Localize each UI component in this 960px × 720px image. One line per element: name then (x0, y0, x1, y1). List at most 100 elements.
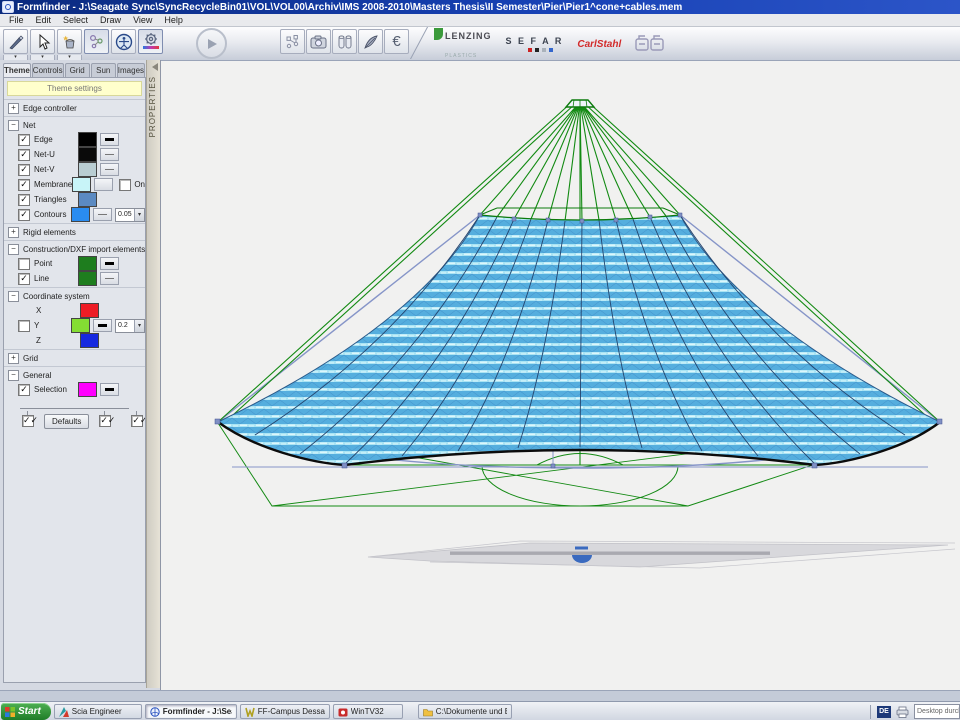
collapse-coordinate-system[interactable] (8, 291, 19, 302)
menu-help[interactable]: Help (158, 15, 189, 25)
lenzing-logo-icon (434, 28, 443, 40)
collapse-net[interactable] (8, 120, 19, 131)
selection-style-button[interactable] (100, 383, 119, 396)
defaults-checkbox-3[interactable]: ✓ (131, 415, 143, 427)
task-wintv32[interactable]: WinTV32 (333, 704, 403, 719)
collapse-general[interactable] (8, 370, 19, 381)
task-explorer-folder[interactable]: C:\Dokumente und Einst... (418, 704, 512, 719)
point-style-button[interactable] (100, 257, 119, 270)
net-v-linestyle-button[interactable] (100, 163, 119, 176)
net-u-color-swatch[interactable] (78, 147, 97, 162)
point-color-swatch[interactable] (78, 256, 97, 271)
draw-pencil-button[interactable] (3, 29, 28, 54)
defaults-checkbox-2[interactable]: ✓ (99, 415, 111, 427)
tab-grid[interactable]: Grid (65, 63, 90, 77)
axis-z-label: Z (36, 336, 80, 345)
line-color-swatch[interactable] (78, 271, 97, 286)
language-indicator[interactable]: DE (877, 706, 891, 718)
cone-membrane-model (161, 61, 960, 691)
tab-images[interactable]: Images (117, 63, 145, 77)
nodes-button[interactable] (280, 29, 305, 54)
material-rolls-button[interactable] (332, 29, 357, 54)
triangles-checkbox[interactable] (18, 194, 30, 206)
net-v-checkbox[interactable] (18, 164, 30, 176)
formfinder-app-window: Formfinder - J:\Seagate Sync\SyncRecycle… (0, 0, 960, 720)
menu-view[interactable]: View (127, 15, 158, 25)
partner-logos: LENZING PLASTICS S E F A R CarlStahl (434, 30, 665, 58)
tab-sun[interactable]: Sun (91, 63, 116, 77)
chevron-down-icon[interactable]: ▾ (134, 320, 144, 332)
expand-rigid-elements[interactable] (8, 227, 19, 238)
folder-icon (423, 707, 433, 717)
tab-controls[interactable]: Controls (32, 63, 64, 77)
gear-icon (142, 32, 160, 51)
expand-grid[interactable] (8, 353, 19, 364)
fill-bucket-button[interactable] (57, 29, 82, 54)
chevron-down-icon[interactable]: ▾ (134, 209, 144, 221)
contours-spacing-dropdown[interactable]: 0.05▾ (115, 208, 145, 222)
line-checkbox[interactable] (18, 273, 30, 285)
desktop-search-input[interactable]: Desktop durchs (914, 704, 960, 719)
net-u-linestyle-button[interactable] (100, 148, 119, 161)
mannequin-button[interactable] (111, 29, 136, 54)
system-tray: DE Desktop durchs (870, 704, 960, 719)
title-bar[interactable]: Formfinder - J:\Seagate Sync\SyncRecycle… (0, 0, 960, 14)
menu-select[interactable]: Select (57, 15, 94, 25)
axis-x-color-swatch[interactable] (80, 303, 99, 318)
row-net-u: Net-U (4, 147, 145, 162)
edge-linestyle-button[interactable] (100, 133, 119, 146)
menu-draw[interactable]: Draw (94, 15, 127, 25)
feather-pen-button[interactable] (358, 29, 383, 54)
play-button[interactable] (196, 28, 227, 59)
selection-checkbox[interactable] (18, 384, 30, 396)
membrane-on-checkbox[interactable] (119, 179, 131, 191)
defaults-button[interactable]: Defaults (44, 414, 89, 429)
task-ff-campus[interactable]: FF-Campus Dessau Scre... (240, 704, 330, 719)
camera-button[interactable] (306, 29, 331, 54)
membrane-style-button[interactable] (94, 178, 113, 191)
task-scia-engineer[interactable]: Scia Engineer (54, 704, 142, 719)
contours-linestyle-button[interactable] (93, 208, 112, 221)
line-style-button[interactable] (100, 272, 119, 285)
membrane-label: Membrane (34, 180, 72, 189)
selection-color-swatch[interactable] (78, 382, 97, 397)
point-checkbox[interactable] (18, 258, 30, 270)
cursor-icon (35, 34, 51, 50)
net-u-checkbox[interactable] (18, 149, 30, 161)
axis-y-checkbox[interactable] (18, 320, 30, 332)
axis-size-dropdown[interactable]: 0.2▾ (115, 319, 145, 333)
row-contours: Contours 0.05▾ (4, 207, 145, 222)
start-button[interactable]: Start (1, 703, 51, 720)
axis-y-color-swatch[interactable] (71, 318, 90, 333)
select-cursor-button[interactable] (30, 29, 55, 54)
axis-z-color-swatch[interactable] (80, 333, 99, 348)
membrane-checkbox[interactable] (18, 179, 30, 191)
relax-molecule-button[interactable] (84, 29, 109, 54)
membrane-color-swatch[interactable] (72, 177, 91, 192)
defaults-checkbox-1[interactable]: ✓ (22, 415, 34, 427)
task-formfinder[interactable]: Formfinder - J:\Seaga... (145, 704, 237, 719)
axis-linestyle-button[interactable] (93, 319, 112, 332)
row-point: Point (4, 256, 145, 271)
collapse-left-icon[interactable] (152, 63, 158, 71)
edge-color-swatch[interactable] (78, 132, 97, 147)
row-axis-x: X (4, 303, 145, 318)
section-rigid-elements: Rigid elements (4, 223, 145, 240)
expand-edge-controller[interactable] (8, 103, 19, 114)
menu-edit[interactable]: Edit (30, 15, 58, 25)
row-edge: Edge (4, 132, 145, 147)
net-v-color-swatch[interactable] (78, 162, 97, 177)
scia-icon (59, 707, 69, 717)
contours-color-swatch[interactable] (71, 207, 90, 222)
contours-checkbox[interactable] (18, 209, 30, 221)
collapse-construction[interactable] (8, 244, 19, 255)
properties-collapse-strip[interactable]: PROPERTIES (146, 60, 160, 688)
triangles-color-swatch[interactable] (78, 192, 97, 207)
edge-checkbox[interactable] (18, 134, 30, 146)
tab-theme[interactable]: Theme (3, 63, 31, 77)
menu-file[interactable]: File (3, 15, 30, 25)
row-axis-z: Z (4, 333, 145, 348)
printer-icon[interactable] (895, 706, 910, 718)
theme-gear-button[interactable] (138, 29, 163, 54)
model-viewport[interactable] (161, 60, 960, 691)
